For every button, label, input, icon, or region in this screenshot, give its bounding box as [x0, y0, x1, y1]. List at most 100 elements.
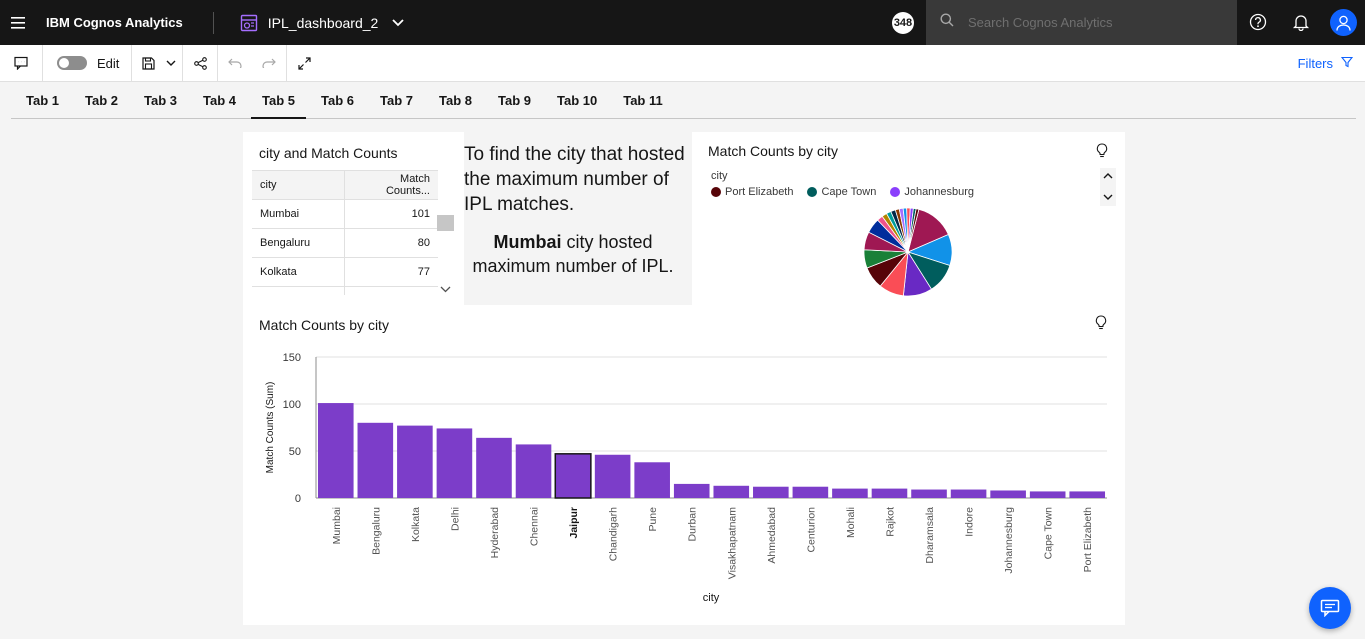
- pie-chart[interactable]: [862, 206, 954, 298]
- bar-pune[interactable]: [634, 462, 670, 498]
- tab-1[interactable]: Tab 1: [15, 82, 70, 118]
- x-tick-label: Mumbai: [331, 507, 343, 544]
- bar-kolkata[interactable]: [397, 425, 433, 498]
- bar-centurion[interactable]: [792, 486, 829, 498]
- user-avatar-icon[interactable]: [1330, 9, 1357, 36]
- hamburger-menu-icon[interactable]: [0, 0, 36, 45]
- bar-chennai[interactable]: [515, 444, 552, 498]
- table-widget[interactable]: city and Match Counts city Match Counts.…: [243, 132, 464, 295]
- tab-8[interactable]: Tab 8: [428, 82, 483, 118]
- fullscreen-icon[interactable]: [287, 45, 321, 82]
- dashboard-toolbar: Edit Filters: [0, 44, 1365, 82]
- bar-visakhapatnam[interactable]: [713, 485, 750, 498]
- x-tick-label: Port Elizabeth: [1082, 507, 1094, 573]
- text-widget-answer-bold: Mumbai: [493, 232, 562, 252]
- tab-11[interactable]: Tab 11: [612, 82, 674, 118]
- search-icon: [940, 13, 954, 32]
- tab-9[interactable]: Tab 9: [487, 82, 542, 118]
- x-tick-label: Hyderabad: [489, 507, 501, 559]
- pie-chart-widget[interactable]: Match Counts by city city Port Elizabeth…: [692, 132, 1125, 305]
- dashboard-name[interactable]: IPL_dashboard_2: [268, 15, 379, 31]
- edit-label: Edit: [97, 55, 120, 71]
- legend-label: Port Elizabeth: [725, 186, 794, 198]
- table-row[interactable]: Mumbai 101: [252, 200, 438, 229]
- pie-chart-title: Match Counts by city: [708, 143, 838, 159]
- bar-mumbai[interactable]: [317, 403, 354, 498]
- text-widget-question: To find the city that hosted the maximum…: [464, 144, 685, 215]
- x-tick-label: Johannesburg: [1003, 507, 1015, 574]
- bar-ahmedabad[interactable]: [753, 486, 789, 498]
- toolbar-divider: [42, 44, 43, 82]
- undo-icon[interactable]: [218, 45, 252, 82]
- x-tick-label: Dharamsala: [924, 507, 936, 564]
- text-widget[interactable]: To find the city that hosted the maximum…: [464, 132, 692, 305]
- tab-3[interactable]: Tab 3: [133, 82, 188, 118]
- tab-6[interactable]: Tab 6: [310, 82, 365, 118]
- tab-4[interactable]: Tab 4: [192, 82, 247, 118]
- x-tick-label: Bengaluru: [370, 507, 382, 555]
- legend-item[interactable]: Johannesburg: [890, 186, 974, 198]
- app-brand[interactable]: IBM Cognos Analytics: [46, 15, 183, 30]
- chevron-down-icon[interactable]: [392, 14, 404, 32]
- bar-mohali[interactable]: [832, 488, 868, 498]
- notification-count-badge[interactable]: 348: [892, 12, 914, 34]
- notification-bell-icon[interactable]: [1290, 11, 1312, 33]
- legend-item[interactable]: Cape Town: [807, 186, 876, 198]
- table-cell-city: Bengaluru: [252, 229, 345, 257]
- x-axis-title: city: [703, 592, 720, 604]
- bar-durban[interactable]: [673, 483, 710, 498]
- table-row[interactable]: Delhi74: [252, 287, 438, 295]
- save-chevron-down-icon[interactable]: [160, 45, 182, 82]
- bar-hyderabad[interactable]: [476, 437, 512, 498]
- filters-button[interactable]: Filters: [1298, 45, 1354, 82]
- table-row[interactable]: Kolkata 77: [252, 258, 438, 287]
- table-scrollbar-thumb[interactable]: [437, 215, 454, 231]
- y-tick-label: 150: [283, 352, 301, 364]
- chevron-up-icon: [1103, 173, 1113, 179]
- bar-johannesburg[interactable]: [990, 490, 1026, 498]
- chevron-down-icon: [1103, 194, 1113, 200]
- search-bar[interactable]: [926, 0, 1237, 45]
- y-tick-label: 0: [295, 493, 301, 505]
- table-cell-match-count: 80: [417, 237, 430, 249]
- table-row[interactable]: Bengaluru 80: [252, 229, 438, 258]
- bar-port-elizabeth[interactable]: [1069, 491, 1106, 498]
- bar-bengaluru[interactable]: [357, 422, 394, 498]
- legend-label: Cape Town: [821, 186, 877, 198]
- bar-cape-town[interactable]: [1029, 491, 1066, 498]
- comment-icon[interactable]: [0, 45, 42, 82]
- search-input[interactable]: [968, 15, 1228, 30]
- bar-indore[interactable]: [950, 489, 987, 498]
- lightbulb-icon[interactable]: [1095, 143, 1109, 159]
- bar-chart[interactable]: 0 50 100 150 Mumbai Bengaluru Kolkata Delhi Hyde…: [243, 305, 1125, 625]
- bar-jaipur[interactable]: [554, 453, 592, 499]
- bar-chart-widget[interactable]: Match Counts by city 0 50 100 150 Mumbai Beng…: [243, 305, 1125, 625]
- bar-dharamsala[interactable]: [911, 489, 947, 498]
- table-header-match-counts[interactable]: Match Counts...: [345, 171, 438, 199]
- table-cell-match-count: 101: [411, 208, 430, 220]
- table-cell-match-count: 74: [345, 287, 438, 295]
- y-axis-title: Match Counts (Sum): [265, 382, 276, 474]
- chat-assistant-button[interactable]: [1309, 587, 1351, 629]
- help-icon[interactable]: [1247, 11, 1269, 33]
- bar-delhi[interactable]: [436, 428, 473, 498]
- edit-toggle[interactable]: [57, 56, 87, 70]
- tab-2[interactable]: Tab 2: [74, 82, 129, 118]
- x-tick-label: Visakhapatnam: [726, 507, 738, 579]
- bar-chandigarh[interactable]: [594, 454, 631, 498]
- toolbar-divider: [131, 44, 133, 82]
- table-cell-city: Mumbai: [252, 200, 345, 228]
- table-scrollbar[interactable]: [437, 197, 454, 295]
- x-tick-label: Centurion: [805, 507, 817, 553]
- tab-7[interactable]: Tab 7: [369, 82, 424, 118]
- redo-icon[interactable]: [252, 45, 286, 82]
- legend-item[interactable]: Port Elizabeth: [711, 186, 793, 198]
- legend-scroll[interactable]: [1100, 168, 1116, 206]
- bar-rajkot[interactable]: [871, 488, 908, 498]
- share-icon[interactable]: [183, 45, 217, 82]
- tab-5[interactable]: Tab 5: [251, 82, 306, 119]
- save-icon[interactable]: [136, 45, 160, 82]
- nav-divider: [212, 11, 214, 34]
- tab-10[interactable]: Tab 10: [546, 82, 608, 118]
- table-header-city[interactable]: city: [252, 171, 345, 199]
